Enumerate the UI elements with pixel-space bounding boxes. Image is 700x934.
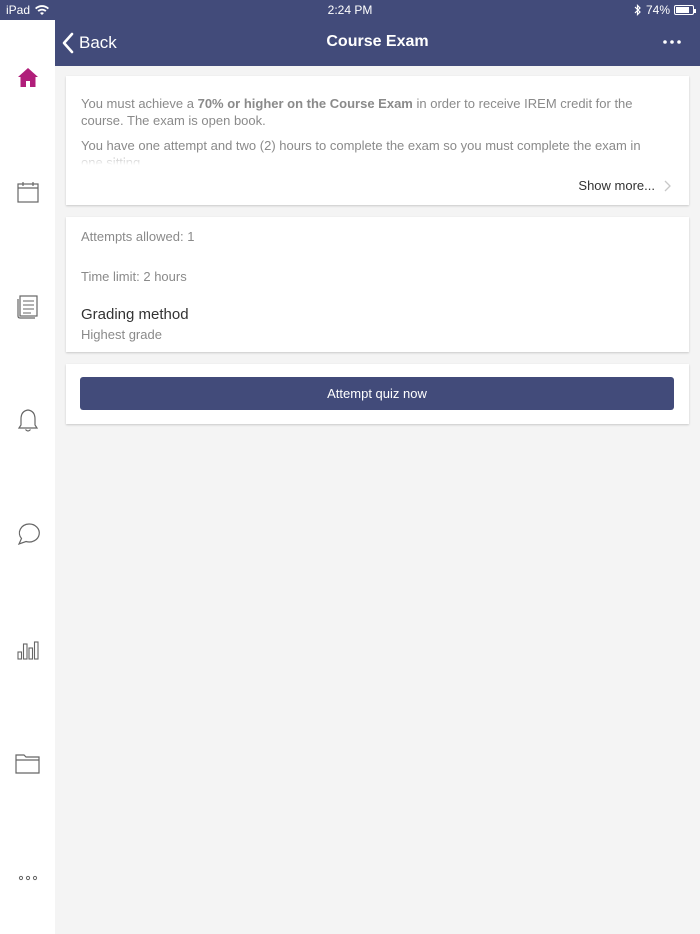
ellipsis-icon	[663, 40, 681, 44]
status-right: 74%	[634, 3, 696, 17]
battery-percent: 74%	[645, 3, 670, 17]
sidebar-item-calendar[interactable]	[13, 177, 43, 207]
time-limit: Time limit: 2 hours	[81, 269, 187, 284]
page-title: Course Exam	[326, 33, 429, 50]
action-card: Attempt quiz now	[66, 364, 689, 424]
quiz-details-card: Attempts allowed: 1 Time limit: 2 hours …	[66, 217, 689, 352]
bluetooth-icon	[634, 4, 641, 16]
bar-chart-icon	[17, 641, 39, 660]
sidebar-item-home[interactable]	[13, 63, 43, 93]
bell-icon	[17, 409, 39, 432]
sidebar-item-notifications[interactable]	[13, 405, 43, 435]
calendar-icon	[17, 182, 39, 203]
battery-icon	[674, 5, 696, 15]
intro-bold-requirement: 70% or higher on the Course Exam	[197, 96, 413, 111]
sidebar-item-messages[interactable]	[13, 519, 43, 549]
sidebar-item-files[interactable]	[13, 748, 43, 778]
show-more-link[interactable]: Show more...	[578, 178, 671, 193]
intro-text: You must achieve a 70% or higher on the …	[81, 95, 659, 165]
sidebar-item-grades[interactable]	[13, 634, 43, 664]
navigation-bar: Back Course Exam	[55, 20, 700, 66]
sidebar	[0, 20, 55, 934]
document-icon	[17, 295, 38, 319]
grading-method-value: Highest grade	[81, 327, 162, 342]
attempt-quiz-button[interactable]: Attempt quiz now	[80, 377, 674, 410]
more-icon	[18, 875, 38, 881]
status-bar: iPad 2:24 PM 74%	[0, 0, 700, 20]
show-more-label: Show more...	[578, 178, 655, 193]
intro-card: You must achieve a 70% or higher on the …	[66, 76, 689, 205]
intro-paragraph-1: You must achieve a 70% or higher on the …	[81, 96, 633, 128]
more-options-button[interactable]	[662, 34, 682, 50]
grading-method-title: Grading method	[81, 306, 189, 323]
chevron-right-icon	[664, 180, 671, 191]
home-icon	[18, 68, 38, 87]
intro-paragraph-2: You have one attempt and two (2) hours t…	[81, 137, 659, 165]
sidebar-item-more[interactable]	[13, 863, 43, 893]
chat-icon	[17, 523, 40, 546]
folder-icon	[15, 754, 40, 774]
sidebar-item-document[interactable]	[13, 291, 43, 321]
attempts-allowed: Attempts allowed: 1	[81, 229, 195, 244]
status-time: 2:24 PM	[327, 3, 373, 17]
